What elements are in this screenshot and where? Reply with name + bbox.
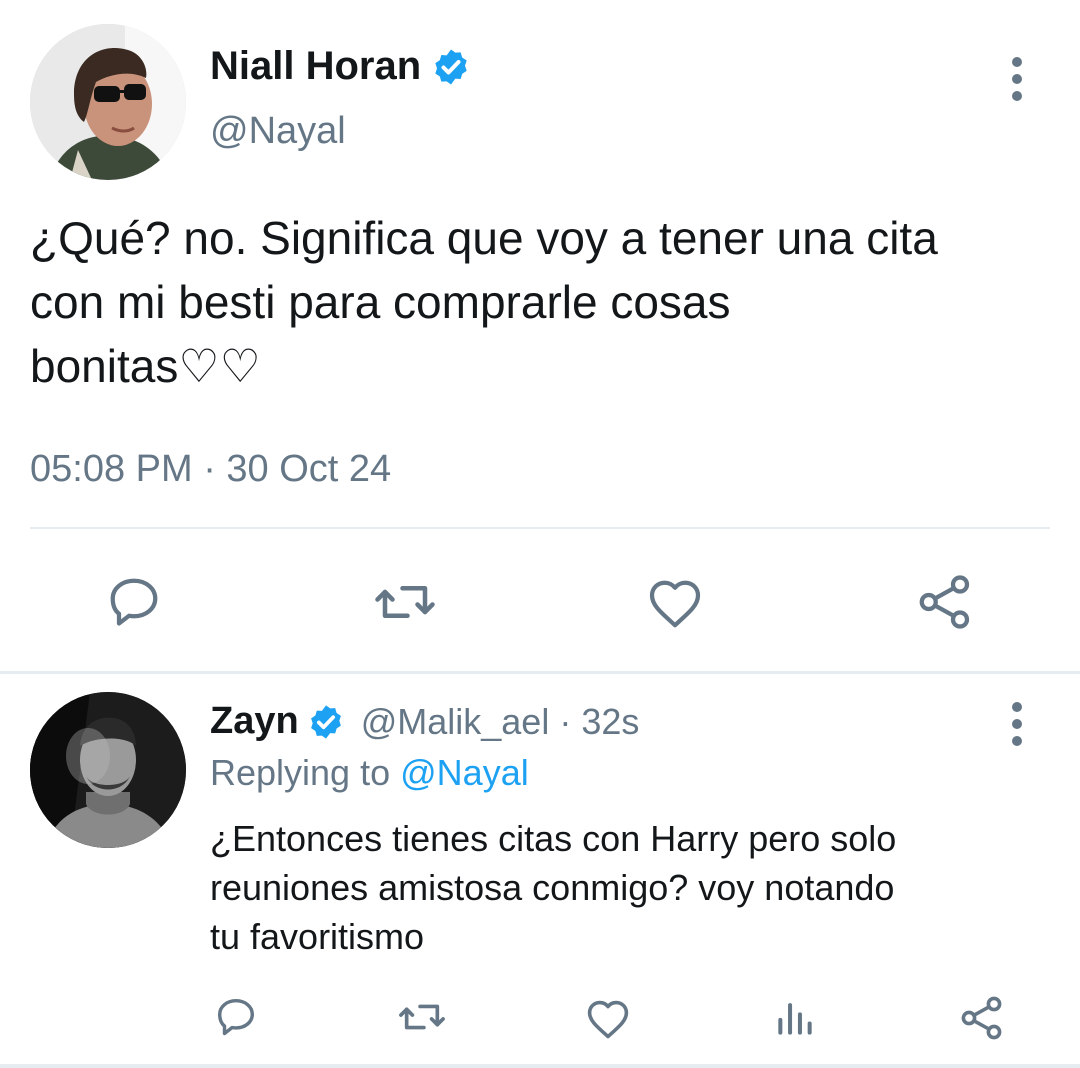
retweet-icon[interactable] [372,572,438,632]
like-icon[interactable] [584,996,632,1040]
avatar[interactable] [30,24,186,180]
tweet-text-line: bonitas♡♡ [30,340,261,392]
tweet-text-line: ¿Qué? no. Significa que voy a tener una … [30,212,938,264]
tweet-time[interactable]: 32s [581,701,639,743]
tweet-separator [0,671,1080,674]
time-separator: · [559,700,572,742]
avatar-photo [30,24,186,180]
author-handle[interactable]: @Malik_ael [361,701,550,743]
share-icon[interactable] [915,572,975,632]
tweet-text: ¿Entonces tienes citas con Harry pero so… [210,814,896,961]
tweet-text-line: reuniones amistosa conmigo? voy notando [210,867,895,908]
share-icon[interactable] [958,994,1006,1042]
reply-icon[interactable] [213,994,259,1040]
replying-to-handle[interactable]: @Nayal [400,752,529,793]
retweet-icon[interactable] [396,994,448,1040]
reply-icon[interactable] [104,572,164,632]
author-name[interactable]: Niall Horan [210,44,421,89]
more-options-icon[interactable] [1002,57,1032,101]
tweet-text-line: tu favoritismo [210,916,425,957]
tweet-text: ¿Qué? no. Significa que voy a tener una … [30,206,938,398]
tweet-text-line: ¿Entonces tienes citas con Harry pero so… [210,818,897,859]
divider [30,527,1050,529]
avatar[interactable] [30,692,186,848]
tweet-separator [0,1064,1080,1068]
like-icon[interactable] [645,574,705,630]
replying-to-label: Replying to [210,752,391,793]
analytics-icon[interactable] [772,996,818,1040]
verified-badge-icon [431,47,471,87]
avatar-photo [30,692,186,848]
more-options-icon[interactable] [1002,702,1032,746]
author-name[interactable]: Zayn [210,700,299,743]
tweet-timestamp[interactable]: 05:08 PM · 30 Oct 24 [30,448,391,491]
verified-badge-icon [307,703,345,741]
replying-to: Replying to @Nayal [210,752,529,794]
author-handle[interactable]: @Nayal [210,110,346,153]
tweet-text-line: con mi besti para comprarle cosas [30,276,731,328]
